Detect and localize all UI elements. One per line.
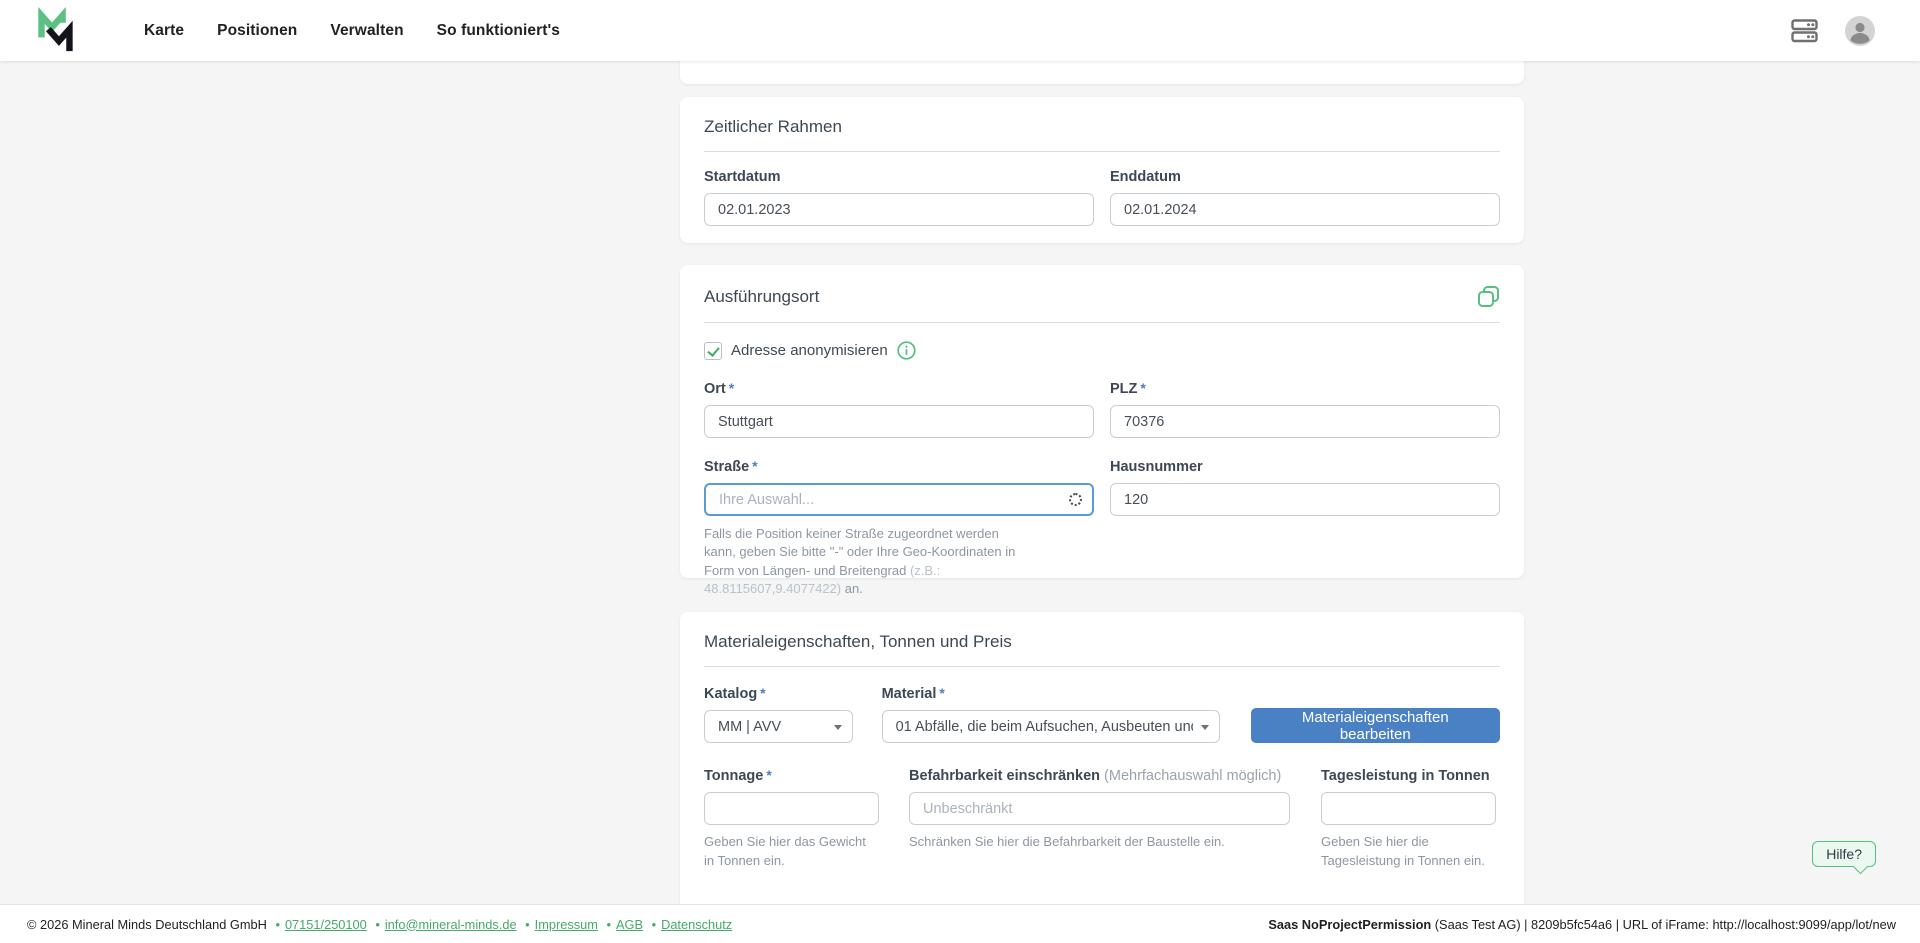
tonnage-label: Tonnage (704, 768, 763, 784)
anonymize-row: Adresse anonymisieren (704, 341, 1500, 360)
zeitlicher-rahmen-card: Zeitlicher Rahmen Startdatum Enddatum (680, 97, 1524, 243)
loading-spinner-icon (1069, 493, 1082, 506)
nav-item-verwalten[interactable]: Verwalten (330, 22, 403, 40)
katalog-field-group: Katalog* MM | AVV (704, 685, 853, 743)
strasse-label: Straße (704, 459, 749, 475)
tagesleistung-hint: Geben Sie hier die Tagesleistung in Tonn… (1321, 833, 1496, 871)
enddatum-field-group: Enddatum (1110, 168, 1500, 226)
ort-field-group: Ort* (704, 380, 1094, 438)
required-asterisk: * (760, 685, 765, 701)
separator: • (525, 917, 529, 932)
section-divider (704, 322, 1500, 323)
hausnummer-input[interactable] (1110, 483, 1500, 516)
info-icon[interactable] (897, 341, 916, 360)
tonnage-input[interactable] (704, 792, 879, 825)
tagesleistung-field-group: Tagesleistung in Tonnen Geben Sie hier d… (1321, 767, 1496, 871)
help-button[interactable]: Hilfe? (1812, 841, 1876, 867)
befahrbarkeit-field-group: Befahrbarkeit einschränken (Mehrfachausw… (909, 767, 1290, 871)
footer: © 2026 Mineral Minds Deutschland GmbH • 0… (0, 904, 1920, 943)
separator: • (275, 917, 279, 932)
footer-left: © 2026 Mineral Minds Deutschland GmbH • 0… (27, 917, 732, 932)
section-title-zeitlicher-rahmen: Zeitlicher Rahmen (704, 117, 1500, 137)
katalog-select[interactable]: MM | AVV (704, 710, 853, 743)
enddatum-label: Enddatum (1110, 169, 1181, 185)
startdatum-label: Startdatum (704, 169, 781, 185)
saas-info-text: (Saas Test AG) | 8209b5fc54a6 | URL of i… (1431, 917, 1896, 932)
section-title-material: Materialeigenschaften, Tonnen und Preis (704, 632, 1500, 652)
top-navigation-bar: Karte Positionen Verwalten So funktionie… (0, 0, 1920, 61)
header-actions (1788, 15, 1876, 47)
tonnage-field-group: Tonnage* Geben Sie hier das Gewicht in T… (704, 767, 879, 871)
tagesleistung-label: Tagesleistung in Tonnen (1321, 768, 1490, 784)
section-divider (704, 151, 1500, 152)
copy-icon[interactable] (1477, 285, 1500, 308)
required-asterisk: * (939, 685, 944, 701)
chevron-down-icon (1201, 725, 1209, 730)
impressum-link[interactable]: Impressum (535, 917, 598, 932)
chevron-down-icon (834, 725, 842, 730)
separator: • (375, 917, 379, 932)
ort-label: Ort (704, 381, 726, 397)
hausnummer-field-group: Hausnummer (1110, 458, 1500, 599)
server-icon[interactable] (1788, 15, 1820, 47)
user-avatar[interactable] (1844, 15, 1876, 47)
strasse-field-group: Straße* Falls die Position keiner Straße… (704, 458, 1094, 599)
strasse-hint: Falls die Position keiner Straße zugeord… (704, 525, 1016, 599)
befahrbarkeit-hint: Schränken Sie hier die Befahrbarkeit der… (909, 833, 1290, 852)
katalog-label: Katalog (704, 686, 757, 702)
email-link[interactable]: info@mineral-minds.de (385, 917, 517, 932)
hausnummer-label: Hausnummer (1110, 459, 1203, 475)
material-select[interactable]: 01 Abfälle, die beim Aufsuchen, Ausbeute… (882, 710, 1220, 743)
required-asterisk: * (766, 767, 771, 783)
anonymize-checkbox[interactable] (704, 342, 722, 360)
plz-field-group: PLZ* (1110, 380, 1500, 438)
ort-input[interactable] (704, 405, 1094, 438)
plz-label: PLZ (1110, 381, 1137, 397)
required-asterisk: * (729, 380, 734, 396)
ausfuehrungsort-card: Ausführungsort Adresse anonymisieren Ort… (680, 265, 1524, 578)
required-asterisk: * (752, 458, 757, 474)
datenschutz-link[interactable]: Datenschutz (661, 917, 732, 932)
nav-item-positionen[interactable]: Positionen (217, 22, 297, 40)
section-title-ausfuehrungsort: Ausführungsort (704, 287, 819, 307)
startdatum-input[interactable] (704, 193, 1094, 226)
plz-input[interactable] (1110, 405, 1500, 438)
anonymize-label: Adresse anonymisieren (731, 342, 888, 359)
startdatum-field-group: Startdatum (704, 168, 1094, 226)
material-field-group: Material* 01 Abfälle, die beim Aufsuchen… (882, 685, 1220, 743)
phone-link[interactable]: 07151/250100 (285, 917, 367, 932)
required-asterisk: * (1140, 380, 1145, 396)
main-nav: Karte Positionen Verwalten So funktionie… (144, 22, 560, 40)
tagesleistung-input[interactable] (1321, 792, 1496, 825)
tonnage-hint: Geben Sie hier das Gewicht in Tonnen ein… (704, 833, 879, 871)
section-divider (704, 666, 1500, 667)
edit-material-properties-button[interactable]: Materialeigenschaften bearbeiten (1251, 708, 1500, 743)
mineral-minds-logo[interactable] (36, 7, 80, 55)
separator: • (607, 917, 611, 932)
copyright-text: © 2026 Mineral Minds Deutschland GmbH (27, 917, 267, 932)
separator: • (652, 917, 656, 932)
agb-link[interactable]: AGB (616, 917, 643, 932)
befahrbarkeit-input[interactable] (909, 792, 1290, 825)
material-label: Material (882, 686, 937, 702)
strasse-input[interactable] (704, 483, 1094, 516)
befahrbarkeit-label: Befahrbarkeit einschränken (Mehrfachausw… (909, 768, 1281, 784)
nav-item-so-funktionierts[interactable]: So funktioniert's (437, 22, 560, 40)
saas-permission-text: Saas NoProjectPermission (1268, 917, 1431, 932)
nav-item-karte[interactable]: Karte (144, 22, 184, 40)
enddatum-input[interactable] (1110, 193, 1500, 226)
material-card: Materialeigenschaften, Tonnen und Preis … (680, 612, 1524, 943)
footer-right: Saas NoProjectPermission (Saas Test AG) … (1268, 917, 1896, 932)
